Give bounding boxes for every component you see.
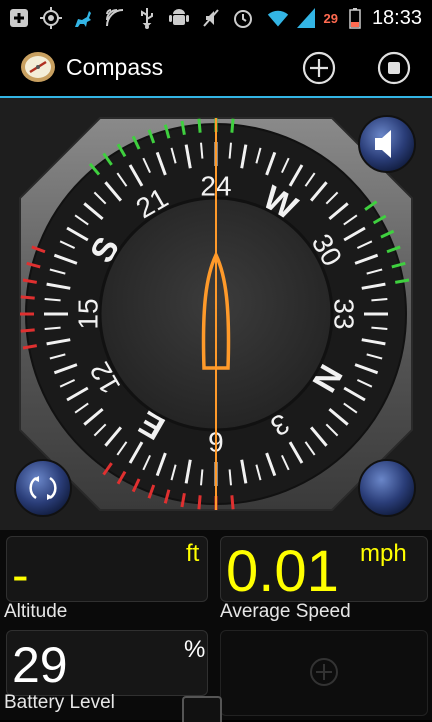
dial-tick [200,469,204,486]
altitude-widget[interactable]: - ft Altitude [0,530,212,626]
dial-tick [44,326,61,330]
add-icon [302,51,336,85]
battery-unit: % [184,636,206,663]
android-icon [168,7,190,29]
sector-mark [230,118,235,133]
sector-mark [197,495,202,510]
panel-handle[interactable] [182,696,222,722]
clock-time: 18:33 [371,6,422,29]
dial-tick [371,326,388,330]
battery-widget[interactable]: 29 % Battery Level [0,626,212,720]
alarm-icon [232,7,254,29]
dial-tick [44,298,61,302]
compass-app-icon [20,50,56,84]
app-title: Compass [66,54,164,80]
signal-icon [295,7,317,29]
add-widget-slot[interactable] [216,626,432,720]
add-box-icon [8,7,30,29]
feed-icon [104,7,126,29]
battery-icon [344,7,366,29]
dial-tick [371,298,388,302]
altitude-unit: ft [186,540,200,567]
sound-button[interactable] [358,115,416,173]
usb-icon [136,7,158,29]
mute-icon [200,7,222,29]
stop-button[interactable] [376,50,412,86]
gps-icon [40,7,62,29]
compass-dial: N36E1215S2124W3033 [0,98,432,530]
dial-tick [228,469,232,486]
add-button[interactable] [301,50,337,86]
battery-percent: 29 [323,10,338,26]
battery-value: 29 [12,637,68,693]
stop-icon [377,51,411,85]
sector-mark [230,495,235,510]
altitude-value: - [12,547,29,603]
widget-panel: - ft Altitude 0.01 mph Average Speed 29 … [0,530,432,722]
dial-tick [200,142,204,159]
average-speed-value: 0.01 [226,539,339,604]
average-speed-widget[interactable]: 0.01 mph Average Speed [216,530,432,626]
wifi-icon [267,7,289,29]
action-bar: Compass [0,36,432,96]
blank-button[interactable] [358,459,416,517]
rotate-lock-button[interactable] [14,459,72,517]
add-icon [310,658,338,686]
sector-mark [20,328,35,333]
average-speed-unit: mph [360,540,407,567]
average-speed-label: Average Speed [220,601,351,622]
sector-mark [20,295,35,300]
altitude-label: Altitude [4,601,68,622]
dial-tick [228,142,232,159]
compass-view: N36E1215S2124W3033 [0,98,432,530]
battery-label: Battery Level [4,692,115,713]
status-bar: 29 18:33 [0,0,432,36]
deer-icon [72,7,94,29]
sector-mark [197,118,202,133]
